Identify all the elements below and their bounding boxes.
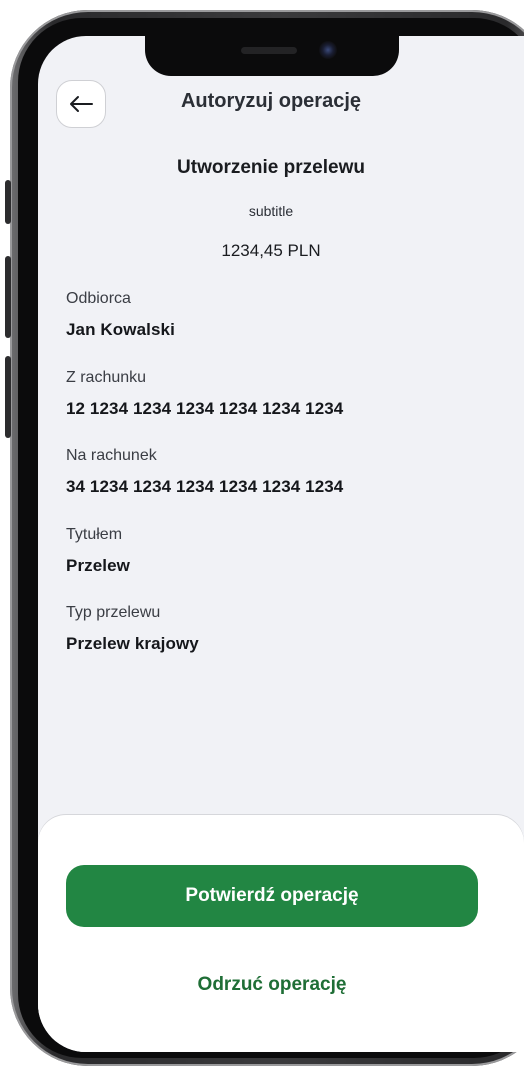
detail-value: Jan Kowalski <box>66 320 175 339</box>
confirm-operation-button[interactable]: Potwierdź operację <box>66 865 478 927</box>
detail-to-account: Na rachunek 34 1234 1234 1234 1234 1234 … <box>66 446 496 525</box>
detail-label: Na rachunek <box>66 447 157 464</box>
front-camera <box>319 41 337 59</box>
speaker-grille <box>241 47 297 54</box>
volume-down-button <box>5 356 11 438</box>
app-screen: Autoryzuj operację Utworzenie przelewu s… <box>38 36 524 1052</box>
silent-switch <box>5 180 11 224</box>
detail-value: 34 1234 1234 1234 1234 1234 1234 <box>66 477 344 496</box>
operation-details: Odbiorca Jan Kowalski Z rachunku 12 1234… <box>66 289 496 682</box>
action-sheet: Potwierdź operację Odrzuć operację <box>38 815 524 1052</box>
operation-subtitle: subtitle <box>248 203 294 219</box>
detail-label: Tytułem <box>66 525 123 543</box>
header: Autoryzuj operację <box>38 76 524 128</box>
detail-label: Odbiorca <box>66 290 131 307</box>
page-title: Autoryzuj operację <box>180 90 362 112</box>
detail-value: 12 1234 1234 1234 1234 1234 1234 <box>66 398 344 418</box>
detail-title: Tytułem Przelew <box>66 525 496 604</box>
reject-operation-button[interactable]: Odrzuć operację <box>66 963 478 1007</box>
detail-label: Typ przelewu <box>66 604 161 621</box>
notch <box>145 36 399 76</box>
operation-title: Utworzenie przelewu <box>177 157 365 178</box>
detail-recipient: Odbiorca Jan Kowalski <box>66 289 496 368</box>
detail-label: Z rachunku <box>66 368 147 386</box>
detail-value: Przelew <box>66 555 131 575</box>
volume-up-button <box>5 256 11 338</box>
operation-amount: 1234,45 PLN <box>221 241 321 260</box>
detail-transfer-type: Typ przelewu Przelew krajowy <box>66 603 496 682</box>
detail-from-account: Z rachunku 12 1234 1234 1234 1234 1234 1… <box>66 368 496 447</box>
detail-value: Przelew krajowy <box>66 634 199 653</box>
